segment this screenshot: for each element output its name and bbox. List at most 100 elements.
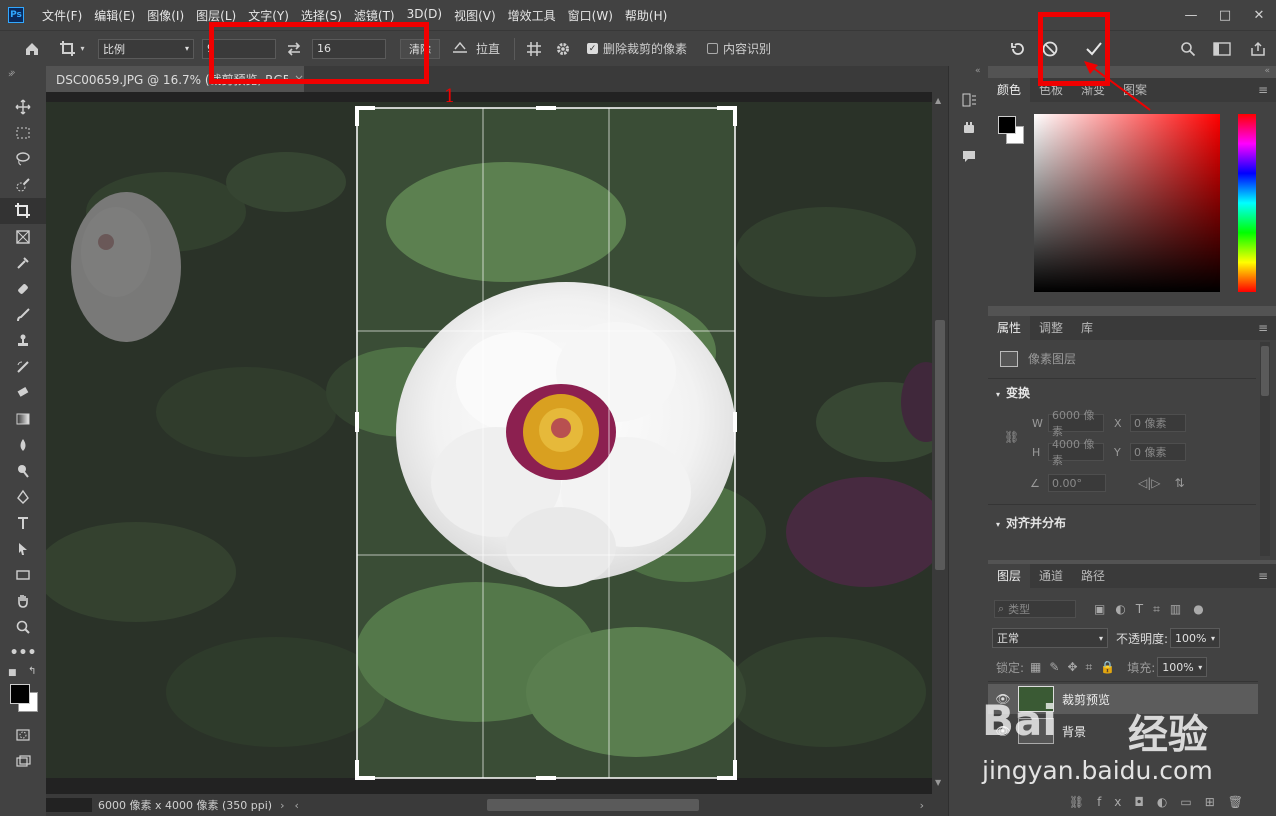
content-aware-option[interactable]: 内容识别 — [707, 38, 771, 60]
gear-icon[interactable] — [547, 38, 579, 60]
collapse-left-icon[interactable]: » — [8, 66, 28, 80]
more-tools-icon[interactable]: ••• — [0, 640, 46, 666]
menu-item[interactable]: 选择(S) — [295, 7, 348, 24]
menu-item[interactable]: 滤镜(T) — [348, 7, 401, 24]
y-field[interactable]: 0 像素 — [1130, 443, 1186, 461]
frame-tool-icon[interactable] — [0, 224, 46, 250]
vertical-scrollbar[interactable]: ▲ ▼ — [932, 92, 948, 794]
comments-panel-icon[interactable] — [961, 148, 977, 167]
scroll-up-icon[interactable]: ▲ — [935, 96, 941, 105]
pen-tool-icon[interactable] — [0, 484, 46, 510]
opacity-field[interactable]: 100% ▾ — [1170, 628, 1221, 648]
layer-filter-icons[interactable]: ▣◐T⌗▥ — [1094, 602, 1191, 617]
angle-field[interactable]: 0.00° — [1048, 474, 1106, 492]
width-field[interactable]: 6000 像素 — [1048, 409, 1104, 438]
default-colors-icon[interactable]: ■ — [8, 668, 17, 678]
horizontal-scroll-thumb[interactable] — [486, 799, 699, 811]
quick-selection-tool-icon[interactable] — [0, 172, 46, 198]
menu-item[interactable]: 图层(L) — [190, 7, 242, 24]
properties-scrollbar[interactable] — [1260, 342, 1270, 556]
minimize-button[interactable]: — — [1174, 4, 1208, 26]
panel-menu-icon[interactable]: ≡ — [1258, 78, 1268, 102]
marquee-tool-icon[interactable] — [0, 120, 46, 146]
content-aware-checkbox[interactable] — [707, 43, 719, 54]
scroll-right-icon[interactable]: › — [920, 799, 924, 812]
tab-color[interactable]: 颜色 — [988, 78, 1031, 102]
tab-properties[interactable]: 属性 — [988, 316, 1031, 340]
collapse-right-icon[interactable]: « — [975, 66, 981, 76]
scroll-left-icon[interactable]: ‹ — [294, 799, 298, 812]
dodge-tool-icon[interactable] — [0, 458, 46, 484]
share-icon[interactable] — [1240, 38, 1276, 60]
height-field[interactable]: 4000 像素 — [1048, 438, 1104, 467]
history-brush-tool-icon[interactable] — [0, 354, 46, 380]
reset-icon[interactable] — [1002, 38, 1034, 60]
move-tool-icon[interactable] — [0, 94, 46, 120]
lock-icons[interactable]: ▦✎✥⌗🔒 — [1030, 660, 1123, 675]
foreground-color-chip[interactable] — [998, 116, 1016, 134]
layer-filter-dropdown[interactable]: ⌕ 类型 — [994, 600, 1076, 618]
menu-item[interactable]: 3D(D) — [401, 7, 448, 24]
x-field[interactable]: 0 像素 — [1130, 414, 1186, 432]
brush-tool-icon[interactable] — [0, 302, 46, 328]
menu-item[interactable]: 增效工具 — [502, 7, 562, 24]
menu-item[interactable]: 帮助(H) — [619, 7, 673, 24]
crop-tool-preset-icon[interactable]: ▾ — [52, 38, 92, 60]
gradient-tool-icon[interactable] — [0, 406, 46, 432]
zoom-level-field[interactable] — [46, 798, 92, 812]
vertical-scroll-thumb[interactable] — [935, 320, 945, 570]
visibility-eye-icon[interactable]: 👁 — [988, 692, 1018, 706]
filter-toggle-icon[interactable]: ● — [1193, 602, 1203, 616]
maximize-button[interactable]: □ — [1208, 4, 1242, 26]
hand-tool-icon[interactable] — [0, 588, 46, 614]
menu-item[interactable]: 图像(I) — [141, 7, 190, 24]
panel-menu-icon[interactable]: ≡ — [1258, 564, 1268, 588]
lasso-tool-icon[interactable] — [0, 146, 46, 172]
foreground-color-swatch[interactable] — [10, 684, 30, 704]
flip-horizontal-icon[interactable]: ◁|▷ — [1138, 476, 1161, 490]
overlay-grid-icon[interactable] — [521, 38, 547, 60]
actions-panel-icon[interactable] — [961, 120, 977, 139]
color-field[interactable] — [1034, 114, 1220, 292]
hue-slider[interactable] — [1238, 114, 1256, 292]
history-panel-icon[interactable] — [961, 92, 977, 111]
quick-mask-icon[interactable] — [0, 722, 46, 748]
flip-vertical-icon[interactable]: ⇅ — [1175, 476, 1185, 490]
path-selection-tool-icon[interactable] — [0, 536, 46, 562]
swap-colors-icon[interactable]: ↰ — [28, 666, 36, 677]
healing-brush-tool-icon[interactable] — [0, 276, 46, 302]
blend-mode-dropdown[interactable]: 正常 ▾ — [992, 628, 1108, 648]
layer-actions-bar[interactable]: ⛓fx◘◐▭⊞🗑 — [988, 788, 1276, 816]
visibility-eye-icon[interactable]: 👁 — [988, 724, 1018, 738]
layer-row[interactable]: 👁 裁剪预览 — [988, 684, 1258, 714]
screen-mode-icon[interactable] — [0, 748, 46, 774]
align-distribute-section[interactable]: ▾ 对齐并分布 — [996, 514, 1066, 531]
ratio-dropdown[interactable]: 比例 ▾ — [98, 38, 194, 59]
crop-tool-icon[interactable] — [0, 198, 46, 224]
eraser-tool-icon[interactable] — [0, 380, 46, 406]
tab-paths[interactable]: 路径 — [1072, 564, 1114, 588]
menu-item[interactable]: 编辑(E) — [88, 7, 141, 24]
eyedropper-tool-icon[interactable] — [0, 250, 46, 276]
rectangle-tool-icon[interactable] — [0, 562, 46, 588]
type-tool-icon[interactable] — [0, 510, 46, 536]
panel-menu-icon[interactable]: ≡ — [1258, 316, 1268, 340]
home-icon[interactable] — [12, 38, 52, 60]
search-icon[interactable] — [1172, 38, 1204, 60]
delete-cropped-pixels-option[interactable]: ✓ 删除裁剪的像素 — [587, 38, 687, 60]
link-dimensions-icon[interactable]: ⛓ — [1004, 430, 1019, 444]
tab-layers[interactable]: 图层 — [988, 564, 1031, 588]
menu-item[interactable]: 视图(V) — [448, 7, 502, 24]
delete-cropped-checkbox[interactable]: ✓ — [587, 43, 599, 54]
tab-channels[interactable]: 通道 — [1030, 564, 1072, 588]
layer-row[interactable]: 👁 背景 — [988, 716, 1258, 746]
straighten-button[interactable]: 拉直 — [452, 38, 500, 60]
clone-stamp-tool-icon[interactable] — [0, 328, 46, 354]
tab-adjustments[interactable]: 调整 — [1030, 316, 1072, 340]
workspace-icon[interactable] — [1204, 38, 1240, 60]
blur-tool-icon[interactable] — [0, 432, 46, 458]
menu-item[interactable]: 文件(F) — [36, 7, 88, 24]
close-window-button[interactable]: ✕ — [1242, 4, 1276, 26]
zoom-tool-icon[interactable] — [0, 614, 46, 640]
scroll-down-icon[interactable]: ▼ — [935, 778, 941, 787]
